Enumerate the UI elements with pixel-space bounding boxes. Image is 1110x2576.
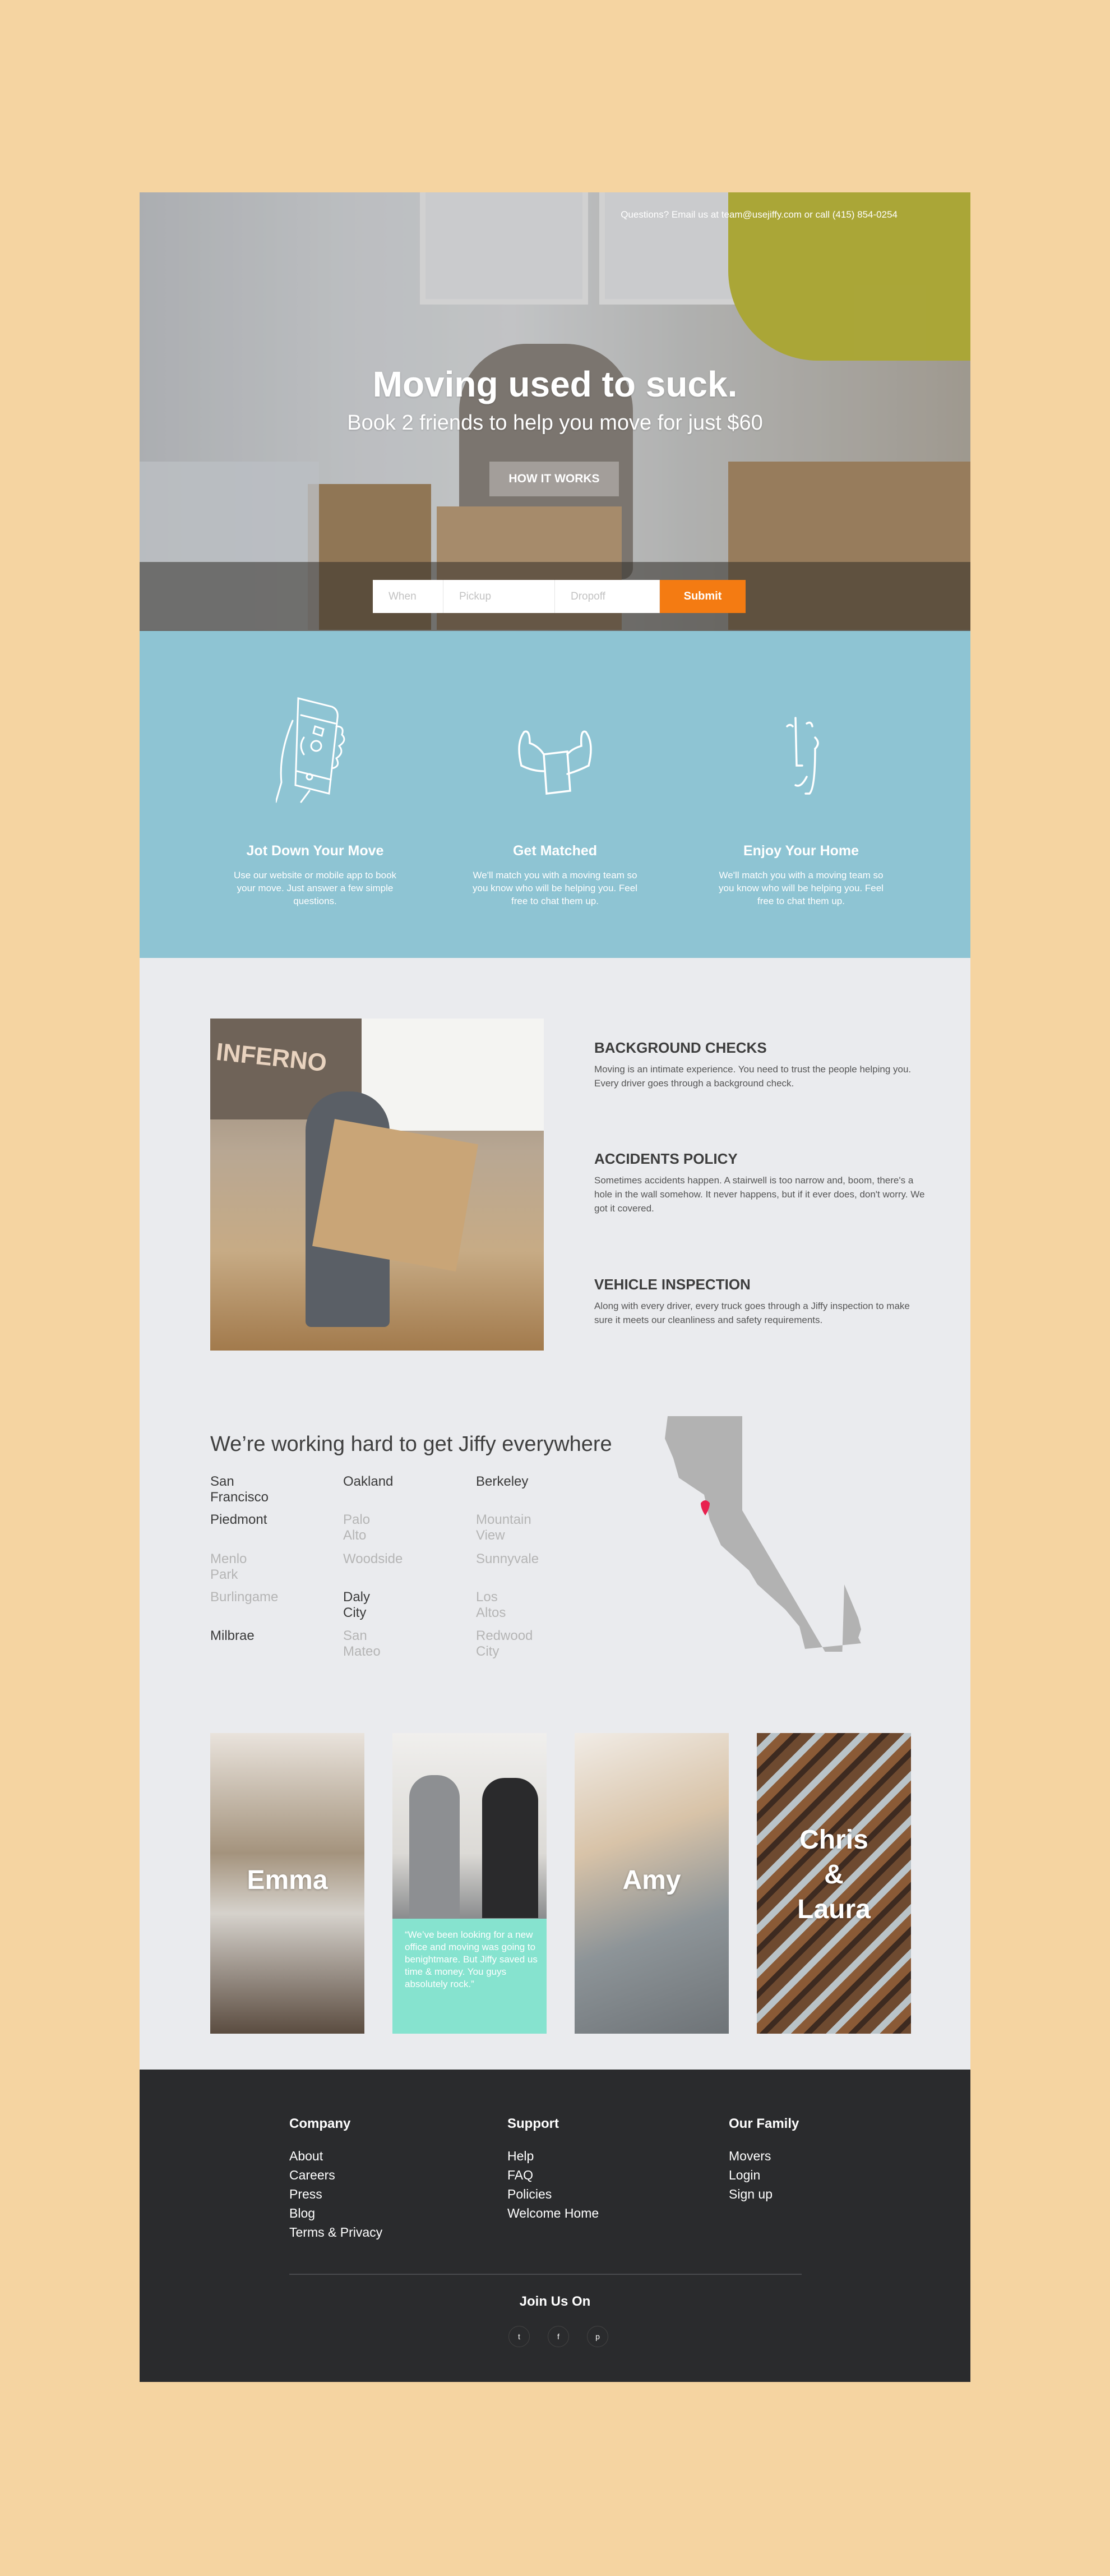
city-item: Piedmont xyxy=(210,1512,267,1527)
step-text: We'll match you with a moving team so yo… xyxy=(473,870,637,906)
feature-vehicle-inspection: VEHICLE INSPECTION Along with every driv… xyxy=(594,1276,931,1327)
photo-person xyxy=(409,1775,460,1918)
person-card-chris-laura[interactable]: Chris & Laura xyxy=(757,1733,911,2034)
footer-link[interactable]: Press xyxy=(289,2185,382,2204)
join-us-label: Join Us On xyxy=(519,2294,591,2309)
step-title: Enjoy Your Home xyxy=(743,843,859,859)
step-text: We'll match you with a moving team so yo… xyxy=(719,870,884,906)
person-name: Chris & Laura xyxy=(797,1825,871,1924)
testimonial-quote: “We’ve been looking for a new office and… xyxy=(392,1919,547,2034)
footer: Company About Careers Press Blog Terms & Priv… xyxy=(140,2070,970,2382)
footer-link[interactable]: Sign up xyxy=(729,2185,799,2204)
footer-link[interactable]: Login xyxy=(729,2165,799,2185)
footer-column-title: Our Family xyxy=(729,2116,799,2131)
california-shape xyxy=(665,1416,861,1652)
city-item: Los Altos xyxy=(476,1589,506,1620)
city-item: Woodside xyxy=(343,1551,403,1566)
facebook-icon[interactable]: f xyxy=(548,2326,569,2347)
photo-person xyxy=(482,1778,538,1918)
mover-photo: INFERNO xyxy=(210,1019,544,1351)
dropoff-input[interactable] xyxy=(555,580,660,613)
city-item: San Mateo xyxy=(343,1628,381,1659)
city-item: Menlo Park xyxy=(210,1551,247,1582)
photo-window xyxy=(362,1019,544,1131)
city-item: Redwood City xyxy=(476,1628,533,1659)
hero-headline: Moving used to suck. xyxy=(372,364,738,404)
person-card-emma[interactable]: Emma xyxy=(210,1733,364,2034)
how-it-works-button[interactable]: HOW IT WORKS xyxy=(489,462,619,496)
how-it-works-section: Jot Down Your Move Use our website or mo… xyxy=(140,631,970,958)
footer-link[interactable]: Help xyxy=(507,2146,599,2165)
city-item: Berkeley xyxy=(476,1474,529,1489)
footer-column-company: Company About Careers Press Blog Terms & Priv… xyxy=(289,2116,382,2242)
cities-title: We’re working hard to get Jiffy everywhe… xyxy=(210,1432,612,1456)
feature-text: Moving is an intimate experience. You ne… xyxy=(594,1064,912,1089)
feature-title: ACCIDENTS POLICY xyxy=(594,1150,738,1167)
city-item: Palo Alto xyxy=(343,1512,371,1543)
hero-subheadline: Book 2 friends to help you move for just… xyxy=(347,411,763,435)
person-name: Emma xyxy=(247,1865,328,1895)
california-map xyxy=(665,1416,861,1652)
footer-link[interactable]: Blog xyxy=(289,2204,382,2223)
pinterest-icon[interactable]: p xyxy=(587,2326,608,2347)
flexing-arms-icon xyxy=(518,730,592,795)
landing-page: Questions? Email us at team@usejiffy.com… xyxy=(140,192,970,2382)
feature-text: Sometimes accidents happen. A stairwell … xyxy=(594,1175,925,1214)
city-item: San Francisco xyxy=(210,1474,269,1505)
city-item: Sunnyvale xyxy=(476,1551,539,1566)
footer-column-support: Support Help FAQ Policies Welcome Home xyxy=(507,2116,599,2223)
feature-title: VEHICLE INSPECTION xyxy=(594,1276,751,1293)
photo-box xyxy=(312,1119,478,1271)
city-item: Daly City xyxy=(343,1589,371,1620)
person-name: Amy xyxy=(622,1865,681,1895)
step-title: Jot Down Your Move xyxy=(246,843,384,859)
step-title: Get Matched xyxy=(512,843,598,859)
feature-title: BACKGROUND CHECKS xyxy=(594,1039,767,1056)
pickup-input[interactable] xyxy=(443,580,555,613)
footer-link[interactable]: Policies xyxy=(507,2185,599,2204)
smiley-face-icon xyxy=(786,717,819,795)
city-item: Mountain View xyxy=(476,1512,531,1543)
footer-link[interactable]: Welcome Home xyxy=(507,2204,599,2223)
contact-info: Questions? Email us at team@usejiffy.com… xyxy=(621,209,898,220)
footer-link[interactable]: FAQ xyxy=(507,2165,599,2185)
submit-button[interactable]: Submit xyxy=(660,580,746,613)
footer-link[interactable]: Movers xyxy=(729,2146,799,2165)
footer-link[interactable]: About xyxy=(289,2146,382,2165)
feature-accidents-policy: ACCIDENTS POLICY Sometimes accidents hap… xyxy=(594,1150,931,1215)
city-item: Milbrae xyxy=(210,1628,255,1643)
hero: Questions? Email us at team@usejiffy.com… xyxy=(140,192,970,631)
step-text: Use our website or mobile app to book yo… xyxy=(233,870,397,906)
footer-link[interactable]: Careers xyxy=(289,2165,382,2185)
person-card-amy[interactable]: Amy xyxy=(575,1733,729,2034)
feature-text: Along with every driver, every truck goe… xyxy=(594,1301,910,1325)
footer-column-our-family: Our Family Movers Login Sign up xyxy=(729,2116,799,2204)
footer-column-title: Company xyxy=(289,2116,351,2131)
testimonial-card[interactable]: “We’ve been looking for a new office and… xyxy=(392,1733,547,2034)
when-input[interactable] xyxy=(373,580,443,613)
footer-column-title: Support xyxy=(507,2116,559,2131)
phone-hand-icon xyxy=(276,697,345,803)
feature-background-checks: BACKGROUND CHECKS Moving is an intimate … xyxy=(594,1039,931,1090)
footer-divider xyxy=(289,2274,802,2275)
city-item: Oakland xyxy=(343,1474,394,1489)
footer-link[interactable]: Terms & Privacy xyxy=(289,2223,382,2242)
booking-form: Submit xyxy=(373,580,746,613)
city-item: Burlingame xyxy=(210,1589,279,1605)
twitter-icon[interactable]: t xyxy=(508,2326,530,2347)
